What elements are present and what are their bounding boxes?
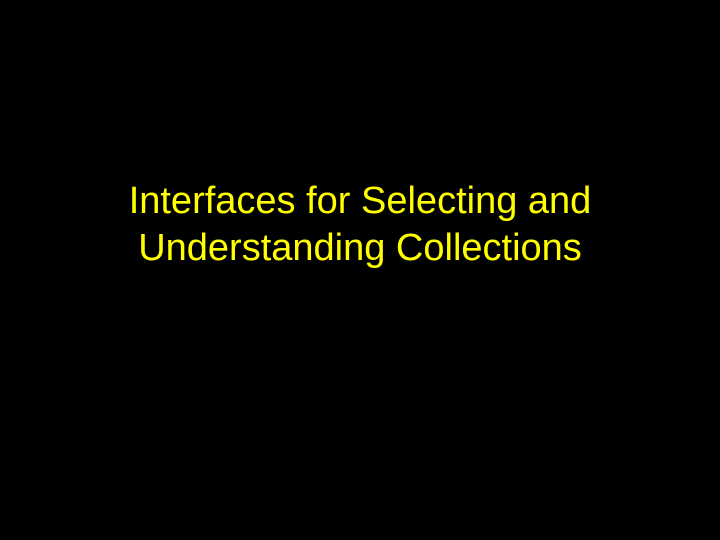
- slide-container: Interfaces for Selecting and Understandi…: [0, 0, 720, 495]
- slide-title: Interfaces for Selecting and Understandi…: [60, 178, 660, 273]
